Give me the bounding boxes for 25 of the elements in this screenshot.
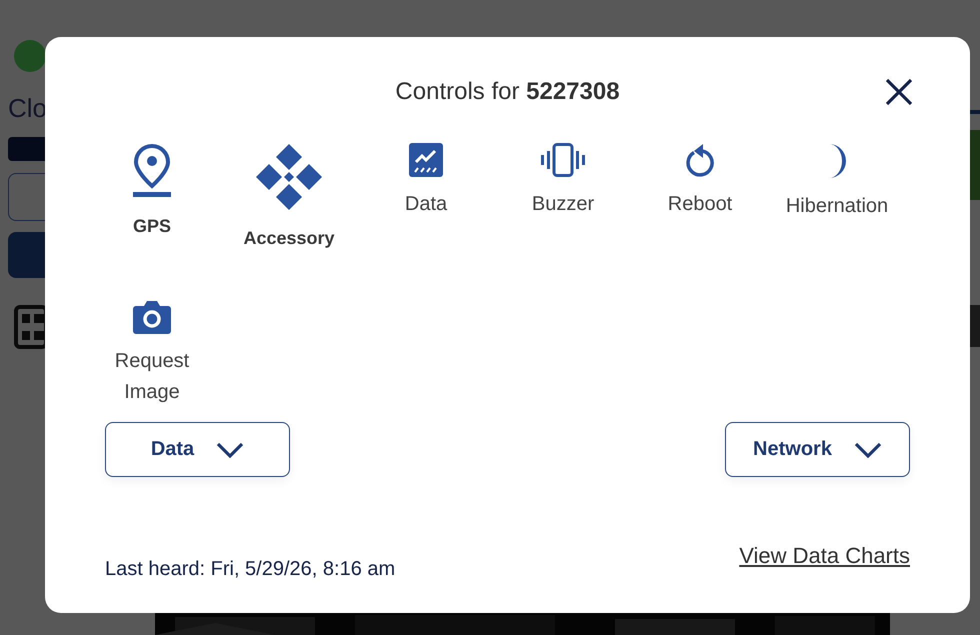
control-label[interactable]: Buzzer <box>532 189 594 220</box>
header-bar <box>8 137 48 161</box>
dropdown-button[interactable]: Network <box>725 422 910 477</box>
control-label[interactable]: Accessory <box>243 223 335 254</box>
control-label[interactable]: Request Image <box>92 346 212 408</box>
dialog-title: Controls for 5227308 <box>395 78 620 106</box>
status-dot <box>14 40 46 72</box>
chart-icon <box>409 143 443 177</box>
chevron-down-icon <box>216 442 244 458</box>
control-label[interactable]: Reboot <box>668 189 732 220</box>
restart-icon <box>684 143 716 177</box>
side-panel <box>970 130 980 200</box>
control-label[interactable]: GPS <box>132 211 171 242</box>
page-heading: Clo <box>8 93 48 124</box>
camera-icon <box>133 300 171 334</box>
vibrating-phone-icon <box>540 143 586 177</box>
dropdown-button[interactable]: Data <box>105 422 290 477</box>
control-label[interactable]: Data <box>404 189 448 220</box>
qr-code-icon <box>14 305 46 349</box>
last-heard-text: Last heard: Fri, 5/29/26, 8:16 am <box>105 558 396 581</box>
view-charts-link[interactable]: View Data Charts <box>739 543 910 569</box>
chevron-down-icon <box>854 442 882 458</box>
location-pin-icon <box>132 143 172 199</box>
control-label[interactable]: Hibernation <box>786 191 888 222</box>
diamond-cluster-icon <box>255 143 323 211</box>
